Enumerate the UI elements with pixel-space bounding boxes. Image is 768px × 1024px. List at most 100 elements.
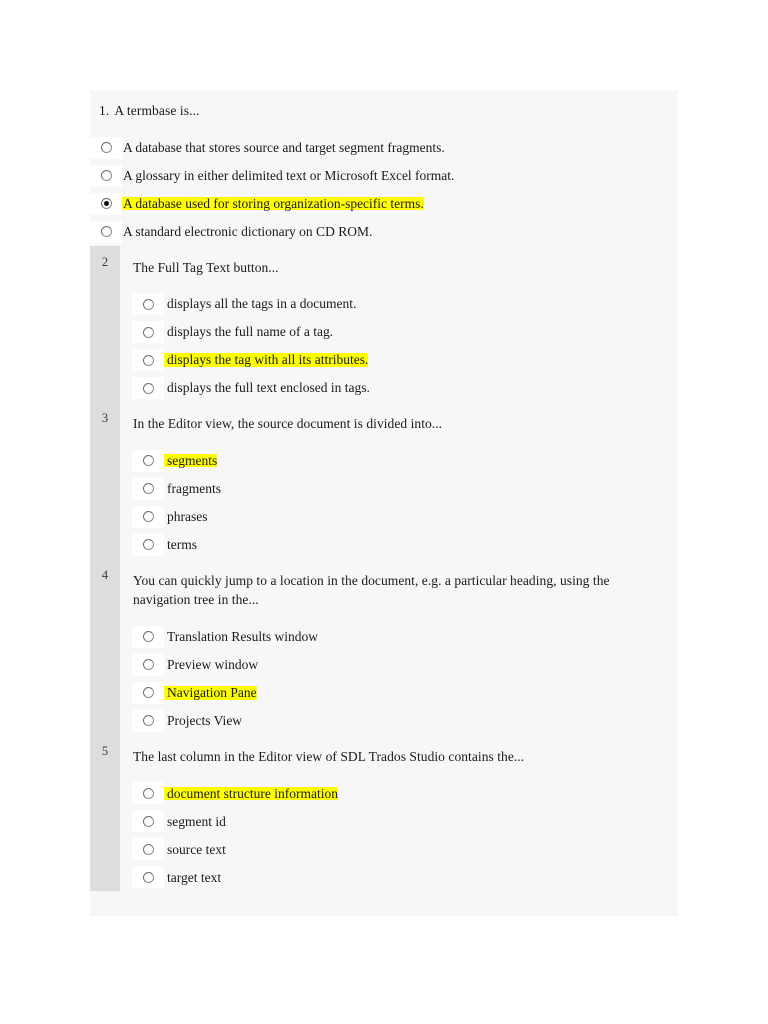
radio-button-icon[interactable]: [142, 382, 154, 394]
option-label[interactable]: terms: [164, 538, 197, 552]
option-list: displays all the tags in a document. disp…: [121, 277, 678, 402]
option-row[interactable]: displays the full name of a tag.: [132, 318, 678, 346]
option-row[interactable]: Preview window: [132, 651, 678, 679]
radio-button-icon[interactable]: [142, 843, 154, 855]
question-text: In the Editor view, the source document …: [133, 416, 443, 432]
radio-button-cell[interactable]: [132, 377, 164, 400]
radio-button-icon[interactable]: [142, 659, 154, 671]
option-row[interactable]: phrases: [132, 503, 678, 531]
radio-button-cell[interactable]: [132, 782, 164, 805]
option-row[interactable]: target text: [132, 863, 678, 891]
question-text: You can quickly jump to a location in th…: [133, 572, 610, 608]
radio-button-icon[interactable]: [142, 815, 154, 827]
radio-button-cell[interactable]: [132, 321, 164, 344]
option-row[interactable]: Navigation Pane: [132, 679, 678, 707]
radio-button-icon[interactable]: [142, 298, 154, 310]
option-row[interactable]: terms: [132, 531, 678, 559]
option-label[interactable]: A database used for storing organization…: [122, 197, 424, 211]
option-label[interactable]: A glossary in either delimited text or M…: [122, 169, 454, 183]
radio-button-cell[interactable]: [132, 533, 164, 556]
question-block: 5 The last column in the Editor view of S…: [90, 734, 678, 892]
option-label[interactable]: source text: [164, 843, 226, 857]
question-text-label: A termbase is...: [114, 103, 200, 118]
radio-button-cell[interactable]: [132, 866, 164, 889]
radio-button-icon[interactable]: [142, 871, 154, 883]
option-label[interactable]: Navigation Pane: [164, 686, 257, 700]
radio-button-icon[interactable]: [142, 631, 154, 643]
radio-button-cell[interactable]: [132, 810, 164, 833]
option-label[interactable]: displays the tag with all its attributes…: [164, 353, 369, 367]
option-label[interactable]: A standard electronic dictionary on CD R…: [122, 225, 372, 239]
radio-button-icon[interactable]: [100, 142, 112, 153]
option-row[interactable]: A glossary in either delimited text or M…: [90, 162, 678, 190]
radio-button-cell[interactable]: [132, 838, 164, 861]
question-number: 5: [90, 734, 120, 892]
option-label[interactable]: displays all the tags in a document.: [164, 297, 356, 311]
radio-button-cell[interactable]: [132, 625, 164, 648]
option-label[interactable]: displays the full name of a tag.: [164, 325, 333, 339]
question-body: You can quickly jump to a location in th…: [120, 559, 678, 735]
radio-button-cell[interactable]: [132, 349, 164, 372]
question-block: 2 The Full Tag Text button... displays all…: [90, 245, 678, 403]
radio-button-icon[interactable]: [142, 326, 154, 338]
option-label[interactable]: segments: [164, 454, 218, 468]
radio-button-cell[interactable]: [132, 449, 164, 472]
question-body: The last column in the Editor view of SD…: [120, 735, 678, 892]
option-row[interactable]: fragments: [132, 475, 678, 503]
option-row[interactable]: segment id: [132, 807, 678, 835]
radio-button-cell[interactable]: [132, 709, 164, 732]
option-row[interactable]: A standard electronic dictionary on CD R…: [90, 218, 678, 246]
radio-button-icon[interactable]: [142, 687, 154, 699]
option-row[interactable]: source text: [132, 835, 678, 863]
option-row[interactable]: displays all the tags in a document.: [132, 290, 678, 318]
option-label[interactable]: fragments: [164, 482, 221, 496]
radio-button-icon[interactable]: [142, 539, 154, 551]
option-label[interactable]: Preview window: [164, 658, 258, 672]
question-block: 3 In the Editor view, the source document…: [90, 402, 678, 559]
question-text: 1. A termbase is...: [90, 90, 678, 118]
radio-button-icon[interactable]: [142, 455, 154, 467]
option-label[interactable]: segment id: [164, 815, 226, 829]
option-label[interactable]: displays the full text enclosed in tags.: [164, 381, 370, 395]
radio-button-cell[interactable]: [132, 653, 164, 676]
option-label[interactable]: Projects View: [164, 714, 242, 728]
option-list: segments fragments phrases terms: [121, 434, 678, 559]
question-number: 3: [90, 402, 120, 559]
option-label[interactable]: target text: [164, 871, 221, 885]
radio-button-cell[interactable]: [90, 220, 122, 243]
question-body: The Full Tag Text button... displays all …: [120, 246, 678, 403]
option-label[interactable]: phrases: [164, 510, 208, 524]
option-row[interactable]: segments: [132, 447, 678, 475]
question-number: 4: [90, 558, 120, 735]
question-body: In the Editor view, the source document …: [120, 402, 678, 559]
radio-button-icon[interactable]: [142, 511, 154, 523]
radio-button-cell[interactable]: [132, 505, 164, 528]
option-label[interactable]: document structure information: [164, 787, 338, 801]
radio-button-cell[interactable]: [132, 477, 164, 500]
radio-button-cell[interactable]: [132, 681, 164, 704]
option-row[interactable]: Translation Results window: [132, 623, 678, 651]
radio-button-icon[interactable]: [100, 226, 112, 237]
option-label[interactable]: Translation Results window: [164, 630, 318, 644]
option-list: document structure information segment id…: [121, 766, 678, 891]
option-row[interactable]: A database that stores source and target…: [90, 134, 678, 162]
radio-button-selected-icon[interactable]: [100, 198, 112, 209]
radio-button-icon[interactable]: [142, 483, 154, 495]
radio-button-cell[interactable]: [90, 136, 122, 159]
radio-button-cell[interactable]: [90, 192, 122, 215]
page-root: 1. A termbase is... A database that stores…: [0, 0, 768, 1024]
radio-button-cell[interactable]: [90, 164, 122, 187]
radio-button-icon[interactable]: [142, 354, 154, 366]
option-row[interactable]: displays the full text enclosed in tags.: [132, 374, 678, 402]
option-row[interactable]: displays the tag with all its attributes…: [132, 346, 678, 374]
option-row[interactable]: document structure information: [132, 779, 678, 807]
option-row[interactable]: Projects View: [132, 707, 678, 735]
radio-button-icon[interactable]: [142, 715, 154, 727]
option-row[interactable]: A database used for storing organization…: [90, 190, 678, 218]
question-number: 1.: [99, 103, 110, 118]
radio-button-icon[interactable]: [100, 170, 112, 181]
radio-button-icon[interactable]: [142, 787, 154, 799]
radio-button-cell[interactable]: [132, 293, 164, 316]
option-label[interactable]: A database that stores source and target…: [122, 141, 445, 155]
option-list: A database that stores source and target…: [90, 118, 678, 246]
